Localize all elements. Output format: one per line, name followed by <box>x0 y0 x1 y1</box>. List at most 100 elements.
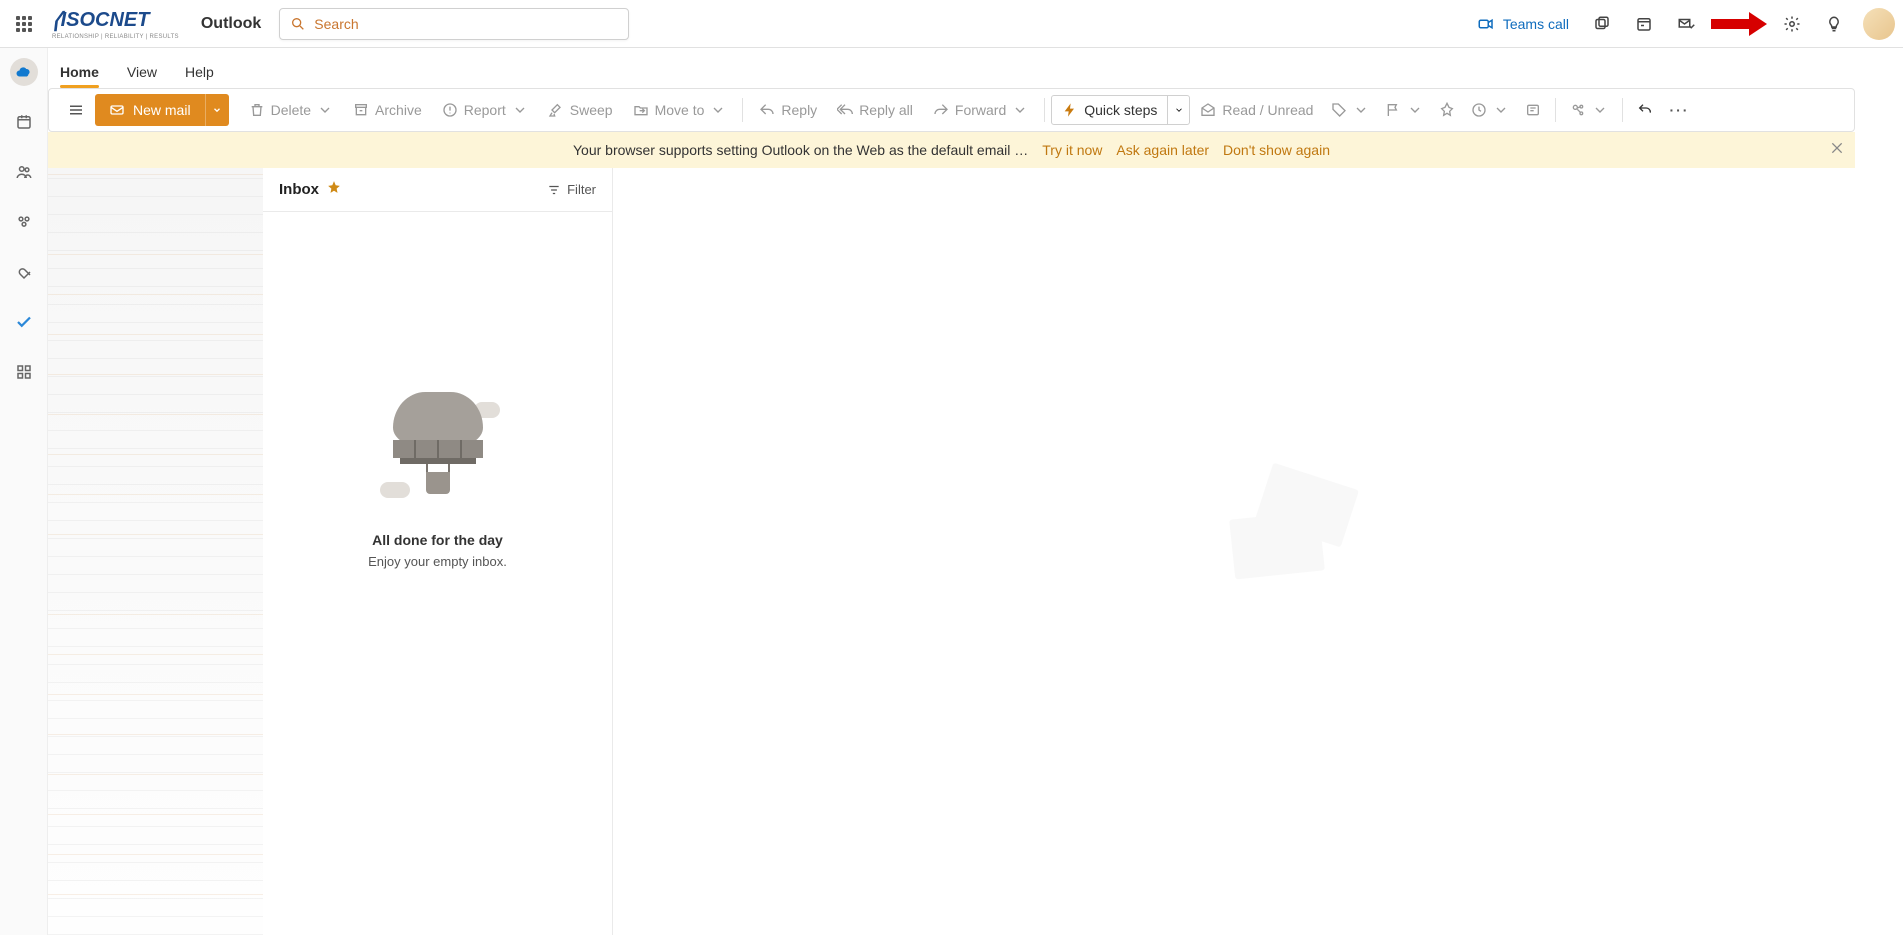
quicksteps-dropdown[interactable] <box>1167 96 1189 124</box>
folder-pane-bg <box>48 168 263 935</box>
favorite-star-icon[interactable] <box>327 180 341 199</box>
message-list-pane: Inbox Filter All done for the day Enjoy … <box>263 168 613 935</box>
left-app-rail <box>0 48 48 935</box>
close-icon <box>1829 140 1845 156</box>
flag-icon <box>1385 102 1401 118</box>
people-app-icon[interactable] <box>10 158 38 186</box>
readunread-label: Read / Unread <box>1222 102 1313 118</box>
empty-title: All done for the day <box>372 532 503 548</box>
quicksteps-label: Quick steps <box>1084 102 1157 118</box>
report-button[interactable]: Report <box>432 94 538 126</box>
rules-button[interactable] <box>1517 94 1549 126</box>
replyall-label: Reply all <box>859 102 913 118</box>
meet-now-button[interactable] <box>1581 0 1623 48</box>
todo-app-icon[interactable] <box>10 308 38 336</box>
reading-pane-placeholder <box>1232 475 1362 585</box>
new-mail-label: New mail <box>133 102 191 118</box>
readunread-button[interactable]: Read / Unread <box>1190 94 1323 126</box>
banner-close-button[interactable] <box>1829 140 1845 159</box>
gear-icon <box>1783 15 1801 33</box>
replyall-button[interactable]: Reply all <box>827 94 923 126</box>
header-bar: ⟨ISOCNET RELATIONSHIP | RELIABILITY | RE… <box>0 0 1903 48</box>
onedrive-app-icon[interactable] <box>10 58 38 86</box>
toggle-folder-pane-button[interactable] <box>57 101 95 119</box>
moveto-button[interactable]: Move to <box>623 94 737 126</box>
chevron-down-icon <box>212 105 222 115</box>
folder-move-icon <box>633 102 649 118</box>
replyall-icon <box>837 102 853 118</box>
forward-icon <box>933 102 949 118</box>
more-commands-button[interactable]: ··· <box>1661 94 1697 126</box>
new-mail-dropdown[interactable] <box>205 94 229 126</box>
search-input[interactable] <box>314 16 618 32</box>
ribbon-toolbar: New mail Delete Archive Report Sweep Mov… <box>48 88 1855 132</box>
quicksteps-group: Quick steps <box>1051 95 1190 125</box>
chevron-down-icon <box>317 102 333 118</box>
list-header: Inbox Filter <box>263 168 612 212</box>
video-icon <box>1477 15 1495 33</box>
app-launcher-button[interactable] <box>0 0 48 48</box>
folder-pane <box>48 168 263 935</box>
logo-text: ISOCNET <box>61 9 150 32</box>
new-mail-button[interactable]: New mail <box>95 94 205 126</box>
separator <box>742 98 743 122</box>
chevron-down-icon <box>710 102 726 118</box>
tips-button[interactable] <box>1813 0 1855 48</box>
banner-message: Your browser supports setting Outlook on… <box>573 142 1028 158</box>
flag-button[interactable] <box>1377 94 1431 126</box>
tab-home[interactable]: Home <box>60 64 99 88</box>
filter-label: Filter <box>567 182 596 197</box>
archive-icon <box>353 102 369 118</box>
reading-pane <box>613 168 1903 935</box>
files-app-icon[interactable] <box>10 258 38 286</box>
pin-icon <box>1439 102 1455 118</box>
mail-icon <box>109 102 125 118</box>
header-right: Teams call <box>1465 0 1903 47</box>
chevron-down-icon <box>1174 105 1184 115</box>
default-handler-banner: Your browser supports setting Outlook on… <box>48 132 1855 168</box>
delete-button[interactable]: Delete <box>239 94 343 126</box>
chevron-down-icon <box>1592 102 1608 118</box>
tab-view[interactable]: View <box>127 64 157 88</box>
sweep-icon <box>548 102 564 118</box>
waffle-icon <box>16 16 32 32</box>
people-share-icon <box>1570 102 1586 118</box>
teams-call-button[interactable]: Teams call <box>1465 0 1581 48</box>
tag-icon <box>1331 102 1347 118</box>
chevron-down-icon <box>1493 102 1509 118</box>
meet-icon <box>1593 15 1611 33</box>
filter-icon <box>547 183 561 197</box>
teams-call-label: Teams call <box>1503 16 1569 32</box>
day-view-button[interactable] <box>1623 0 1665 48</box>
more-apps-icon[interactable] <box>10 358 38 386</box>
archive-button[interactable]: Archive <box>343 94 432 126</box>
app-name: Outlook <box>201 15 261 33</box>
tab-help[interactable]: Help <box>185 64 214 88</box>
forward-button[interactable]: Forward <box>923 94 1038 126</box>
pin-button[interactable] <box>1431 94 1463 126</box>
account-avatar[interactable] <box>1863 8 1895 40</box>
search-box[interactable] <box>279 8 629 40</box>
filter-button[interactable]: Filter <box>547 182 596 197</box>
reply-icon <box>759 102 775 118</box>
categorize-button[interactable] <box>1323 94 1377 126</box>
assign-policy-button[interactable] <box>1562 94 1616 126</box>
banner-try-now[interactable]: Try it now <box>1042 142 1102 158</box>
undo-button[interactable] <box>1629 94 1661 126</box>
chevron-down-icon <box>1012 102 1028 118</box>
calendar-day-icon <box>1635 15 1653 33</box>
red-arrow-icon <box>1711 14 1767 34</box>
org-logo: ⟨ISOCNET RELATIONSHIP | RELIABILITY | RE… <box>52 8 179 40</box>
calendar-app-icon[interactable] <box>10 108 38 136</box>
groups-app-icon[interactable] <box>10 208 38 236</box>
snooze-button[interactable] <box>1463 94 1517 126</box>
sweep-button[interactable]: Sweep <box>538 94 623 126</box>
reply-button[interactable]: Reply <box>749 94 827 126</box>
notifications-button[interactable] <box>1665 0 1707 48</box>
quicksteps-button[interactable]: Quick steps <box>1052 94 1167 126</box>
moveto-label: Move to <box>655 102 705 118</box>
banner-ask-later[interactable]: Ask again later <box>1116 142 1209 158</box>
empty-state: All done for the day Enjoy your empty in… <box>263 392 612 569</box>
settings-button[interactable] <box>1771 0 1813 48</box>
banner-dont-show[interactable]: Don't show again <box>1223 142 1330 158</box>
